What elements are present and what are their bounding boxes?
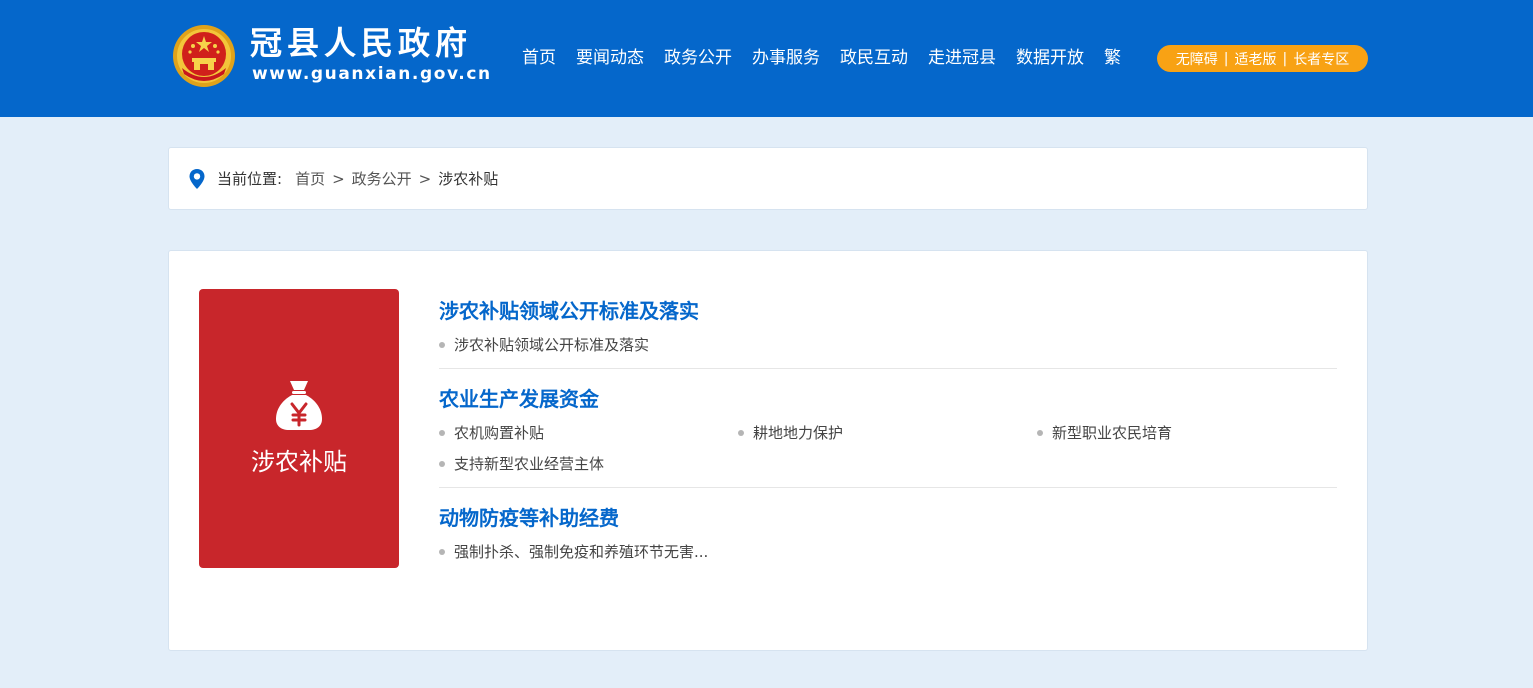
accessibility-bar: 无障碍 | 适老版 | 长者专区 <box>1157 45 1368 72</box>
content-panel: 涉农补贴 涉农补贴领域公开标准及落实 涉农补贴领域公开标准及落实 农业生产发展资… <box>168 250 1368 651</box>
money-bag-icon <box>276 381 322 430</box>
section-title[interactable]: 农业生产发展资金 <box>439 385 1337 413</box>
site-header: 冠县人民政府 www.guanxian.gov.cn 首页 要闻动态 政务公开 … <box>0 0 1533 117</box>
nav-item-news[interactable]: 要闻动态 <box>576 45 644 71</box>
category-label: 涉农补贴 <box>251 448 347 476</box>
section-title[interactable]: 动物防疫等补助经费 <box>439 504 1337 532</box>
nav-item-services[interactable]: 办事服务 <box>752 45 820 71</box>
breadcrumb-separator: > <box>332 169 345 188</box>
section-agri-development-funds: 农业生产发展资金 农机购置补贴 耕地地力保护 新型职业农民培育 支持新型农业经营… <box>439 385 1337 479</box>
separator: | <box>1223 50 1229 67</box>
list-item[interactable]: 耕地地力保护 <box>738 417 1037 448</box>
section-disclosure-standards: 涉农补贴领域公开标准及落实 涉农补贴领域公开标准及落实 <box>439 297 1337 360</box>
list-item[interactable]: 农机购置补贴 <box>439 417 738 448</box>
breadcrumb-gov-affairs[interactable]: 政务公开 <box>352 168 412 189</box>
category-card[interactable]: 涉农补贴 <box>199 289 399 568</box>
site-url: www.guanxian.gov.cn <box>252 64 492 84</box>
elderly-mode-link[interactable]: 适老版 <box>1235 49 1277 69</box>
nav-item-home[interactable]: 首页 <box>522 45 556 71</box>
nav-item-interaction[interactable]: 政民互动 <box>840 45 908 71</box>
section-items: 农机购置补贴 耕地地力保护 新型职业农民培育 支持新型农业经营主体 <box>439 417 1337 479</box>
list-item[interactable]: 涉农补贴领域公开标准及落实 <box>439 329 738 360</box>
divider <box>439 368 1337 369</box>
nav-item-about-county[interactable]: 走进冠县 <box>928 45 996 71</box>
section-animal-epidemic-funds: 动物防疫等补助经费 强制扑杀、强制免疫和养殖环节无害... <box>439 504 1337 567</box>
breadcrumb-home[interactable]: 首页 <box>295 168 325 189</box>
breadcrumb: 当前位置: 首页 > 政务公开 > 涉农补贴 <box>217 148 498 209</box>
section-items: 涉农补贴领域公开标准及落实 <box>439 329 1337 360</box>
location-pin-icon <box>189 169 205 189</box>
breadcrumb-current: 涉农补贴 <box>438 170 499 188</box>
national-emblem-icon[interactable] <box>172 24 236 88</box>
divider <box>439 487 1337 488</box>
list-item[interactable]: 支持新型农业经营主体 <box>439 448 738 479</box>
main-nav: 首页 要闻动态 政务公开 办事服务 政民互动 走进冠县 数据开放 繁 <box>512 45 1131 71</box>
nav-item-open-data[interactable]: 数据开放 <box>1016 45 1084 71</box>
breadcrumb-bar: 当前位置: 首页 > 政务公开 > 涉农补贴 <box>168 147 1368 210</box>
section-items: 强制扑杀、强制免疫和养殖环节无害... <box>439 536 1337 567</box>
breadcrumb-separator: > <box>418 169 432 188</box>
traditional-chinese-toggle[interactable]: 繁 <box>1104 45 1121 71</box>
nav-item-gov-affairs[interactable]: 政务公开 <box>664 45 732 71</box>
breadcrumb-prefix: 当前位置: <box>217 170 283 188</box>
list-item[interactable]: 新型职业农民培育 <box>1037 417 1336 448</box>
separator: | <box>1282 50 1288 67</box>
senior-zone-link[interactable]: 长者专区 <box>1293 49 1349 69</box>
accessibility-link[interactable]: 无障碍 <box>1176 49 1218 69</box>
site-title[interactable]: 冠县人民政府 <box>250 24 472 62</box>
list-item[interactable]: 强制扑杀、强制免疫和养殖环节无害... <box>439 536 738 567</box>
section-title[interactable]: 涉农补贴领域公开标准及落实 <box>439 297 1337 325</box>
